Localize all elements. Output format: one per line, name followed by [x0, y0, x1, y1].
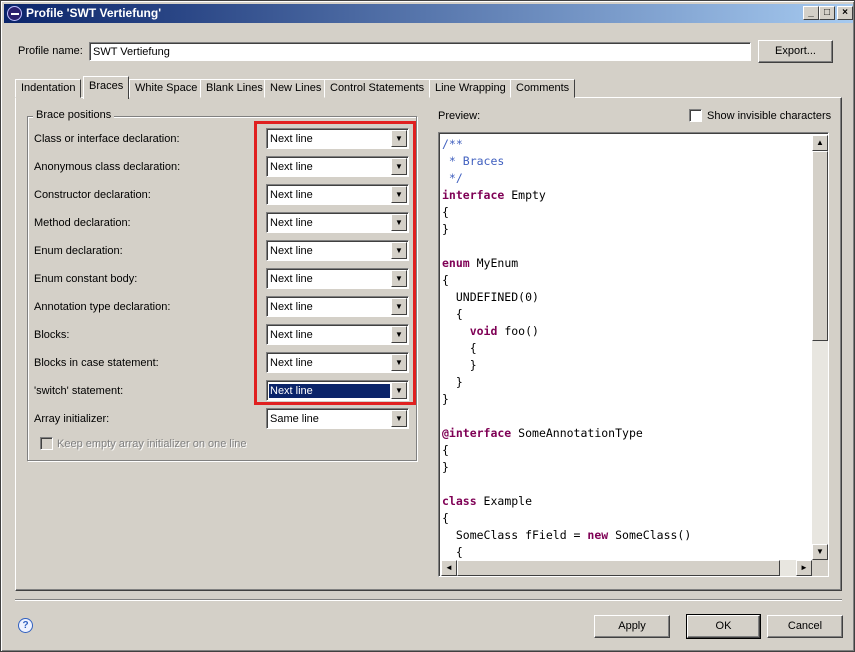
switch-statement-select[interactable]: Next line ▼ — [266, 380, 409, 401]
brace-positions-title: Brace positions — [33, 109, 115, 121]
array-initializer-select[interactable]: Same line ▼ — [266, 408, 409, 429]
select-value: Next line — [270, 357, 313, 369]
preview-label: Preview: — [438, 110, 481, 122]
select-value: Same line — [270, 413, 319, 425]
scroll-corner — [812, 560, 828, 576]
title-bar[interactable]: Profile 'SWT Vertiefung' _ □ × — [4, 4, 853, 23]
scroll-down-icon[interactable]: ▼ — [812, 544, 828, 560]
constructor-declaration-label: Constructor declaration: — [34, 189, 151, 201]
tab-blank-lines[interactable]: Blank Lines — [200, 79, 269, 98]
export-button[interactable]: Export... — [758, 40, 833, 63]
vertical-scroll-thumb[interactable] — [812, 151, 828, 341]
select-value: Next line — [270, 133, 313, 145]
cancel-button[interactable]: Cancel — [767, 615, 843, 638]
chevron-down-icon[interactable]: ▼ — [391, 214, 407, 231]
select-value: Next line — [270, 217, 313, 229]
chevron-down-icon[interactable]: ▼ — [391, 186, 407, 203]
tab-braces[interactable]: Braces — [83, 76, 130, 99]
keep-empty-array-label: Keep empty array initializer on one line — [57, 438, 247, 450]
enum-declaration-label: Enum declaration: — [34, 245, 123, 257]
tab-new-lines[interactable]: New Lines — [264, 79, 328, 98]
class-declaration-label: Class or interface declaration: — [34, 133, 180, 145]
scroll-right-icon[interactable]: ► — [796, 560, 812, 576]
window-title: Profile 'SWT Vertiefung' — [26, 6, 162, 20]
separator — [15, 599, 842, 601]
chevron-down-icon[interactable]: ▼ — [391, 354, 407, 371]
chevron-down-icon[interactable]: ▼ — [391, 158, 407, 175]
minimize-button[interactable]: _ — [803, 6, 819, 20]
method-declaration-label: Method declaration: — [34, 217, 131, 229]
ok-button[interactable]: OK — [686, 614, 761, 639]
annotation-type-select[interactable]: Next line ▼ — [266, 296, 409, 317]
tab-control-statements[interactable]: Control Statements — [324, 79, 431, 98]
tab-white-space[interactable]: White Space — [129, 79, 204, 98]
method-declaration-select[interactable]: Next line ▼ — [266, 212, 409, 233]
chevron-down-icon[interactable]: ▼ — [391, 270, 407, 287]
anonymous-class-select[interactable]: Next line ▼ — [266, 156, 409, 177]
enum-constant-body-label: Enum constant body: — [34, 273, 138, 285]
chevron-down-icon[interactable]: ▼ — [391, 242, 407, 259]
show-invisible-checkbox[interactable] — [689, 109, 702, 122]
tab-line-wrapping[interactable]: Line Wrapping — [429, 79, 512, 98]
class-declaration-select[interactable]: Next line ▼ — [266, 128, 409, 149]
preview-code-area[interactable]: /** * Braces */ interface Empty { } enum… — [438, 132, 829, 577]
switch-statement-label: 'switch' statement: — [34, 385, 124, 397]
chevron-down-icon[interactable]: ▼ — [391, 326, 407, 343]
tab-indentation[interactable]: Indentation — [15, 79, 82, 98]
dialog-window: Profile 'SWT Vertiefung' _ □ × Profile n… — [0, 0, 855, 652]
select-value: Next line — [270, 329, 313, 341]
enum-declaration-select[interactable]: Next line ▼ — [266, 240, 409, 261]
horizontal-scrollbar[interactable]: ◄ ► — [441, 560, 812, 576]
scroll-up-icon[interactable]: ▲ — [812, 135, 828, 151]
preview-code: /** * Braces */ interface Empty { } enum… — [442, 137, 692, 559]
anonymous-class-label: Anonymous class declaration: — [34, 161, 181, 173]
select-value: Next line — [270, 301, 313, 313]
eclipse-icon — [7, 6, 22, 21]
keep-empty-array-checkbox[interactable] — [40, 437, 53, 450]
select-value: Next line — [268, 383, 391, 399]
annotation-type-label: Annotation type declaration: — [34, 301, 171, 313]
vertical-scrollbar[interactable]: ▲ ▼ — [812, 135, 828, 560]
horizontal-scroll-thumb[interactable] — [457, 560, 780, 576]
tab-comments[interactable]: Comments — [510, 79, 576, 98]
scroll-left-icon[interactable]: ◄ — [441, 560, 457, 576]
help-icon[interactable]: ? — [18, 618, 33, 633]
array-initializer-label: Array initializer: — [34, 413, 110, 425]
apply-button[interactable]: Apply — [594, 615, 670, 638]
select-value: Next line — [270, 245, 313, 257]
blocks-in-case-select[interactable]: Next line ▼ — [266, 352, 409, 373]
blocks-select[interactable]: Next line ▼ — [266, 324, 409, 345]
constructor-declaration-select[interactable]: Next line ▼ — [266, 184, 409, 205]
close-button[interactable]: × — [837, 6, 853, 20]
chevron-down-icon[interactable]: ▼ — [391, 410, 407, 427]
blocks-label: Blocks: — [34, 329, 70, 341]
profile-name-input[interactable] — [89, 42, 751, 61]
enum-constant-body-select[interactable]: Next line ▼ — [266, 268, 409, 289]
select-value: Next line — [270, 273, 313, 285]
select-value: Next line — [270, 161, 313, 173]
blocks-in-case-label: Blocks in case statement: — [34, 357, 159, 369]
profile-name-label: Profile name: — [18, 45, 83, 57]
maximize-button[interactable]: □ — [819, 6, 835, 20]
chevron-down-icon[interactable]: ▼ — [391, 298, 407, 315]
chevron-down-icon[interactable]: ▼ — [391, 130, 407, 147]
select-value: Next line — [270, 189, 313, 201]
show-invisible-label: Show invisible characters — [707, 110, 832, 122]
chevron-down-icon[interactable]: ▼ — [391, 382, 407, 399]
